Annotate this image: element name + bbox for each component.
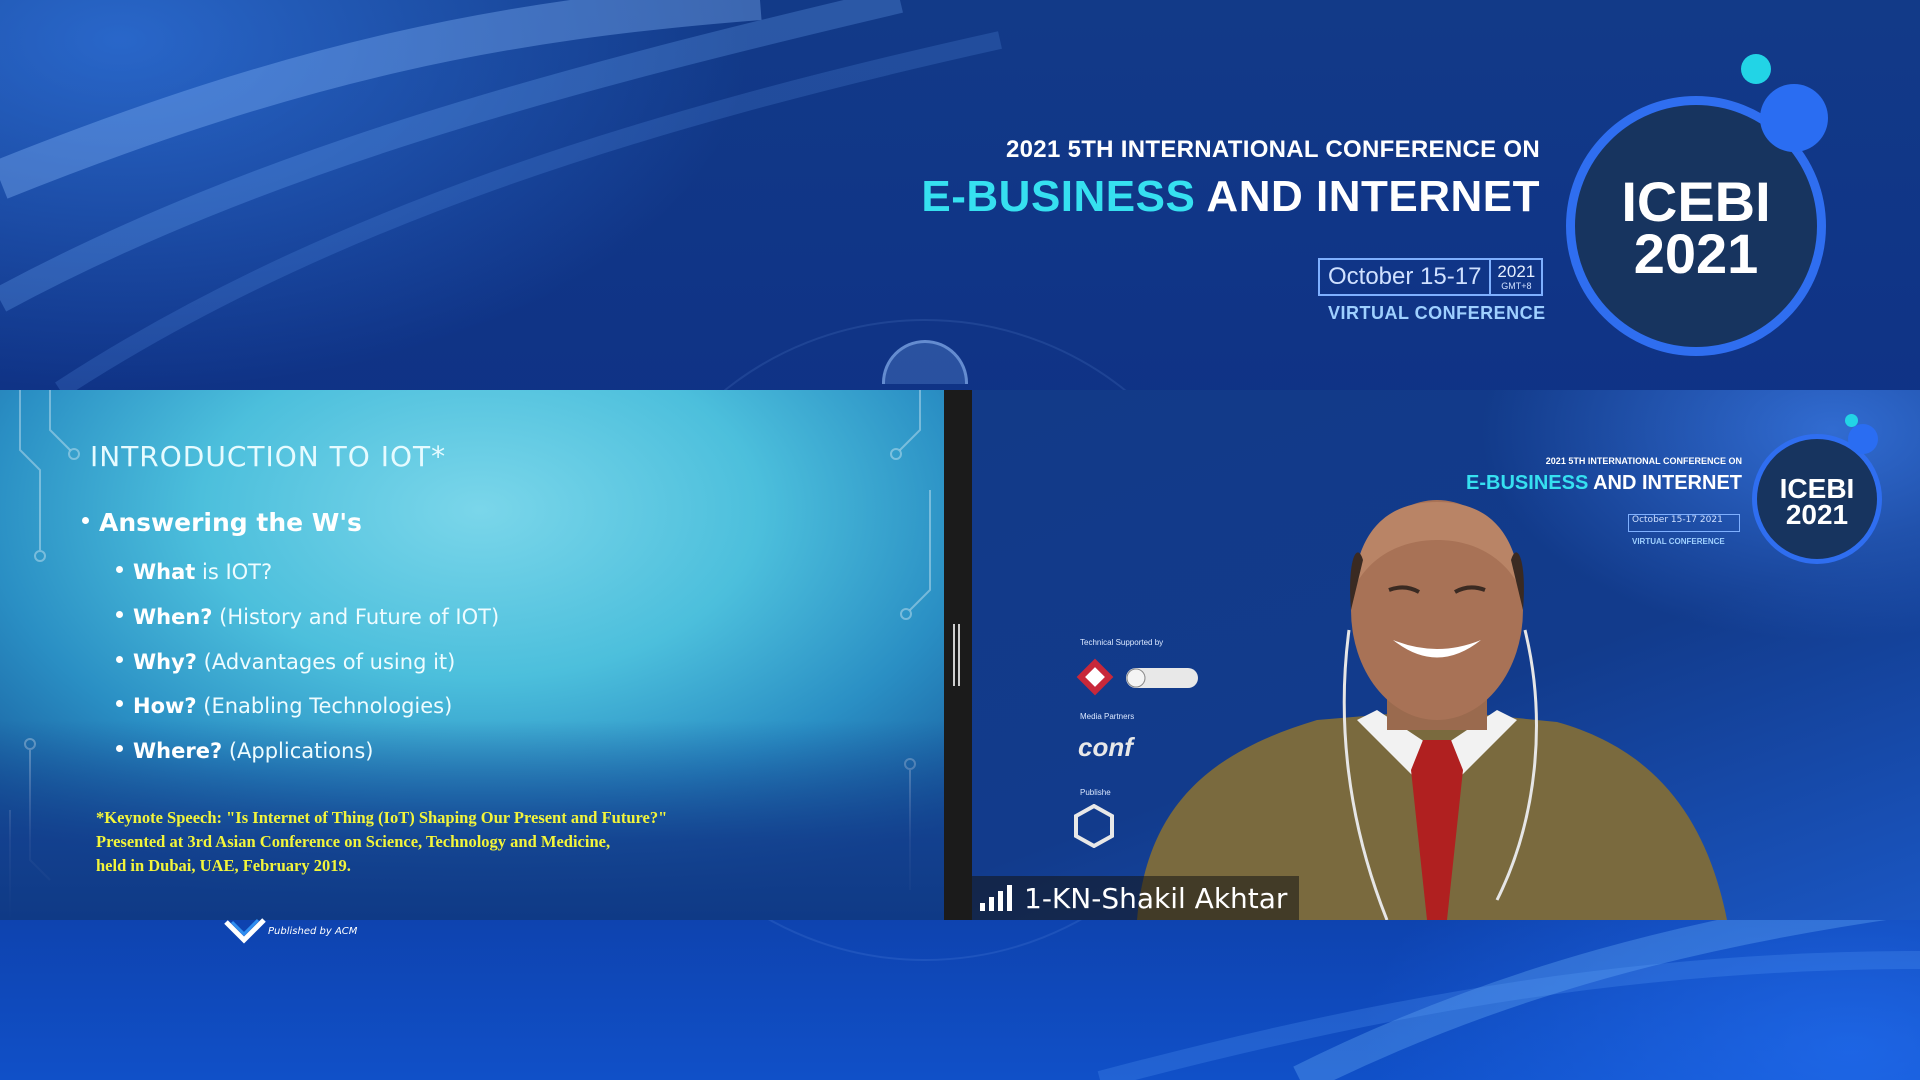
conference-subtitle: 2021 5TH INTERNATIONAL CONFERENCE ON — [1006, 136, 1540, 163]
keynote-footnote: *Keynote Speech: "Is Internet of Thing (… — [96, 806, 856, 878]
conference-dates: October 15-17 2021 GMT+8 — [1318, 258, 1544, 296]
checkmark-logo-icon — [224, 918, 266, 944]
date-range: October 15-17 — [1320, 260, 1492, 294]
date-timezone: GMT+8 — [1501, 280, 1532, 291]
sub-bullet-text: is IOT? — [195, 560, 273, 584]
video-title-rest: AND INTERNET — [1588, 472, 1742, 494]
main-bullet: Answering the W's — [82, 508, 362, 537]
sub-bullet: What is IOT? — [116, 560, 272, 584]
globe-icon — [880, 340, 970, 384]
signal-strength-icon — [980, 885, 1012, 911]
publisher-logo — [1074, 804, 1114, 848]
shared-slide: INTRODUCTION TO IOT* Answering the W's W… — [0, 390, 944, 920]
main-bullet-text: Answering the W's — [99, 508, 362, 537]
sub-bullet-text: (Applications) — [222, 739, 374, 763]
sub-bullet-key: What — [133, 560, 196, 584]
icebi-logo-text: ICEBI 2021 — [1566, 170, 1826, 285]
virtual-conference-label: VIRTUAL CONFERENCE — [1328, 303, 1546, 323]
participant-name: 1-KN-Shakil Akhtar — [1024, 881, 1288, 915]
title-rest: AND INTERNET — [1195, 172, 1540, 221]
logo-decor-dot-large — [1760, 84, 1828, 152]
sub-bullet-text: (Advantages of using it) — [196, 650, 456, 674]
video-bg-title: E-BUSINESS AND INTERNET — [1466, 472, 1742, 495]
acm-publisher-badge: Published by ACM — [224, 918, 357, 944]
date-year-box: 2021 GMT+8 — [1491, 260, 1541, 294]
sub-bullet-text: (Enabling Technologies) — [196, 694, 453, 718]
keynote-line: Presented at 3rd Asian Conference on Sci… — [96, 832, 611, 851]
video-logo-text: ICEBI 2021 — [1752, 475, 1882, 530]
keynote-line: *Keynote Speech: "Is Internet of Thing (… — [96, 808, 668, 827]
logo-line1: ICEBI — [1621, 170, 1771, 233]
video-logo-dot-small — [1845, 414, 1858, 427]
sub-bullet-text: (History and Future of IOT) — [212, 605, 500, 629]
sub-bullet-key: Why? — [133, 650, 197, 674]
sub-bullet-key: Where? — [133, 739, 223, 763]
video-logo-line2: 2021 — [1785, 499, 1849, 530]
speaker-video[interactable]: 2021 5TH INTERNATIONAL CONFERENCE ON E-B… — [972, 390, 1920, 920]
speaker-person — [1137, 500, 1727, 920]
sub-bullet: When? (History and Future of IOT) — [116, 605, 499, 629]
sub-bullet-key: When? — [133, 605, 213, 629]
sub-bullet: Why? (Advantages of using it) — [116, 650, 455, 674]
participant-name-tag: 1-KN-Shakil Akhtar — [972, 876, 1300, 920]
split-drag-handle[interactable] — [953, 624, 960, 686]
acm-text: Published by ACM — [268, 925, 358, 937]
video-bg-subtitle: 2021 5TH INTERNATIONAL CONFERENCE ON — [1545, 456, 1742, 466]
sub-bullet: How? (Enabling Technologies) — [116, 694, 452, 718]
conference-title: E-BUSINESS AND INTERNET — [921, 172, 1540, 222]
svg-text:conf: conf — [1078, 732, 1135, 762]
media-partners-label: Media Partners — [1080, 712, 1135, 721]
publisher-label: Publishe — [1080, 788, 1111, 797]
logo-line2: 2021 — [1633, 222, 1759, 285]
slide-title: INTRODUCTION TO IOT* — [90, 440, 447, 473]
title-accent: E-BUSINESS — [921, 172, 1196, 221]
keynote-line: held in Dubai, UAE, February 2019. — [96, 856, 351, 875]
sub-bullet-key: How? — [133, 694, 197, 718]
date-year: 2021 — [1497, 261, 1536, 281]
video-logo-dot-large — [1848, 424, 1878, 454]
logo-decor-dot-small — [1741, 54, 1771, 84]
video-title-accent: E-BUSINESS — [1466, 472, 1589, 494]
sub-bullet: Where? (Applications) — [116, 739, 373, 763]
